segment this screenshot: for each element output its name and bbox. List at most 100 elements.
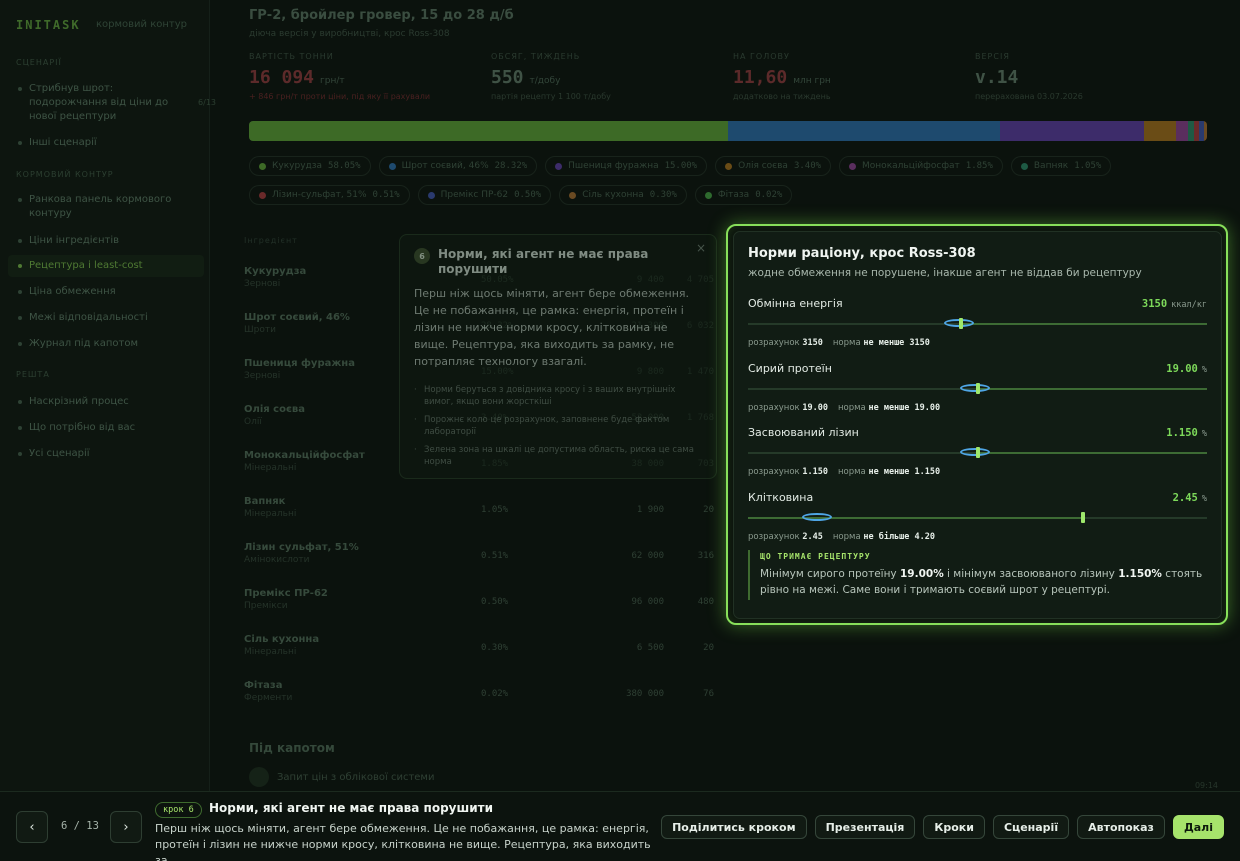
table-row[interactable]: Фітаза Ферменти 0.02% 380 000 76 [244,680,724,726]
legend-item: Вапняк 1.05% [1010,156,1112,176]
norm-scale [748,511,1207,523]
step-number-badge: 6 [414,248,430,264]
callout-notes: Норми беруться з довідника кросу і з ваш… [414,384,702,468]
ingredient-price: 96 000 [631,597,664,607]
close-icon[interactable]: × [696,241,706,255]
kpi-note: партія рецепту 1 100 т/добу [491,92,611,101]
legend-item: Кукурудза 58.05% [249,156,371,176]
ingredient-cost: 480 [697,597,714,607]
step-counter: 6 / 13 [61,820,99,832]
legend-dot-icon [555,162,563,170]
norm-limit-marker-icon [975,382,980,394]
sidebar-item-current-scenario[interactable]: Стрибнув шрот: подорожчання від ціни до … [16,82,216,124]
norm-name: Засвоюваний лізин [748,426,859,439]
legend-item: Сіль кухонна 0.30% [559,185,687,205]
prev-step-button[interactable]: ‹ [16,811,48,843]
sidebar-item-log[interactable]: Журнал під капотом [16,337,202,351]
norm-row: Обмінна енергія 3150 ккал/кг розрахунок 315… [748,292,1207,348]
kpi-label: На голову [733,52,790,61]
allowed-zone [977,452,1207,454]
ingredient-share: 0.02% [481,689,509,699]
norms-title: Норми раціону, крос Ross-308 [748,246,976,261]
kpi-volume: Обсяг, тиждень 550 т/добу партія рецепту … [491,52,611,101]
sidebar: INITASK кормовий контур Сценарії Стрибну… [0,0,216,861]
autoplay-button[interactable]: Автопоказ [1077,815,1165,839]
callout-note: Норми беруться з довідника кросу і з ваш… [414,384,702,408]
composition-bar [249,121,1207,141]
kpi-note: перерахована 03.07.2026 [975,92,1083,101]
ingredient-share: 1.05% [481,505,509,515]
kpi-cost: Вартість тонни 16 094 грн/т + 846 грн/т п… [249,52,430,101]
ingredient-price: 6 500 [636,643,664,653]
norm-unit: % [1201,364,1207,375]
step-title: Норми, які агент не має права порушити [209,801,494,815]
sidebar-item-process[interactable]: Наскрізний процес [16,395,202,409]
norm-name: Обмінна енергія [748,297,843,310]
norm-unit: % [1201,493,1207,504]
ingredient-cost: 20 [703,505,714,515]
share-step-button[interactable]: Поділитись кроком [661,815,807,839]
norm-value: 3150 [1141,298,1168,310]
app-logo[interactable]: INITASK [16,18,81,32]
under-hood-title: Під капотом [249,741,335,755]
norm-row: Клітковина 2.45% розрахунок 2.45 норма не б… [748,486,1207,542]
sidebar-item-responsibility[interactable]: Межі відповідальності [16,311,202,325]
ingredient-price: 380 000 [626,689,664,699]
nav-section-feed: Кормовий контур [16,170,114,179]
norms-panel: Норми раціону, крос Ross-308 жодне обмеж… [733,231,1222,619]
legend-dot-icon [388,162,396,170]
presentation-button[interactable]: Презентація [814,815,916,839]
norm-limit-marker-icon [959,318,964,329]
ingredient-price: 62 000 [631,551,664,561]
composition-legend: Кукурудза 58.05% Шрот соєвий, 46% 28.32% Пше… [249,156,1209,205]
table-row[interactable]: Сіль кухонна Мінеральні 0.30% 6 500 20 [244,634,724,680]
legend-dot-icon [849,162,857,170]
legend-item: Лізин-сульфат, 51% 0.51% [249,185,410,205]
sidebar-item-needs[interactable]: Що потрібно від вас [16,421,202,435]
scenarios-button[interactable]: Сценарії [992,815,1070,839]
norm-scale [748,318,1207,329]
callout-title: Норми, які агент не має права порушити [438,247,649,276]
kpi-label: Версія [975,52,1010,61]
norm-name: Клітковина [748,490,814,504]
allowed-zone [977,387,1207,390]
composition-segment [1143,121,1177,141]
ingredient-cost: 76 [703,689,714,699]
legend-item: Пшениця фуражна 15.00% [545,156,708,176]
step-callout: × 6 Норми, які агент не має права поруши… [399,234,717,479]
table-row[interactable]: Премікс ПР-62 Премікси 0.50% 96 000 480 [244,588,724,634]
sidebar-item-recipe[interactable]: Рецептура і least-cost [8,255,204,277]
next-step-button[interactable]: › [110,811,142,843]
table-row[interactable]: Вапняк Мінеральні 1.05% 1 900 20 [244,496,724,542]
sidebar-item-all-scenarios[interactable]: Усі сценарії [16,447,202,461]
ingredient-cost: 316 [697,551,714,561]
norm-row: Засвоюваний лізин 1.150% розрахунок 1.150 н… [748,421,1207,477]
app-logo-subtitle: кормовий контур [96,19,188,30]
sidebar-item-morning-panel[interactable]: Ранкова панель кормового контуру [16,193,196,221]
kpi-note: + 846 грн/т проти ціни, під яку її рахув… [249,92,431,101]
norm-unit: ккал/кг [1171,300,1207,310]
sidebar-item-constraint-price[interactable]: Ціна обмеження [16,285,202,299]
under-hood-time: 09:14 [1194,781,1218,790]
next-button[interactable]: Далі [1172,815,1224,839]
legend-dot-icon [725,162,733,170]
table-row[interactable]: Лізин сульфат, 51% Амінокислоти 0.51% 62 00… [244,542,724,588]
ingredient-share: 0.51% [481,551,509,561]
norms-subtitle: жодне обмеження не порушене, інакше аген… [748,267,1142,279]
norm-scale [748,447,1207,458]
norm-footer: розрахунок 2.45 норма не більше 4.20 [748,531,936,542]
kpi-value: v.14 [975,67,1019,88]
allowed-zone [961,323,1207,325]
steps-button[interactable]: Кроки [923,815,985,839]
ingredient-share: 0.50% [481,597,509,607]
sidebar-item-ingredient-prices[interactable]: Ціни інгредієнтів [16,234,202,248]
legend-item: Шрот соєвий, 46% 28.32% [378,156,538,176]
norm-value: 19.00 [1166,362,1198,375]
sidebar-item-other-scenarios[interactable]: Інші сценарії [16,136,202,150]
kpi-label: Вартість тонни [249,52,334,61]
step-text: Перш ніж щось міняти, агент бере обмежен… [155,822,651,861]
kpi-value: 550 т/добу [491,67,561,88]
norm-limit-marker-icon [1081,511,1086,523]
composition-segment [249,121,729,141]
under-hood-item[interactable]: Запит цін з облікової системи [249,767,434,787]
